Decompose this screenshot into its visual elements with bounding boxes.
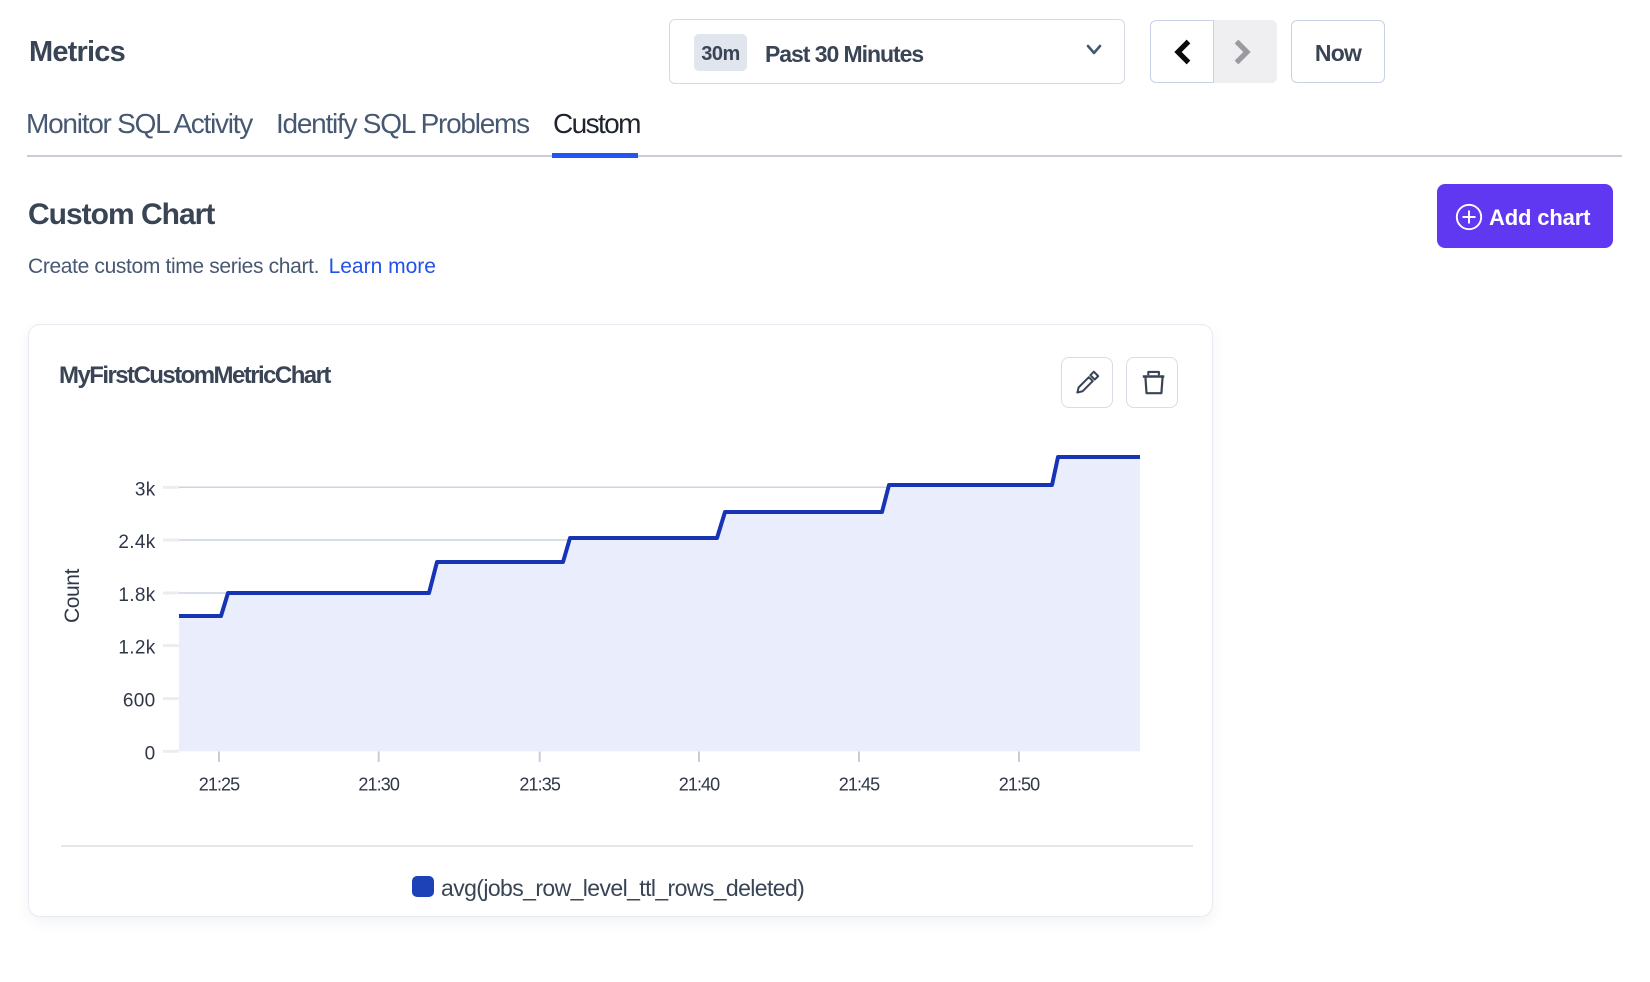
svg-text:0: 0 — [145, 743, 156, 764]
svg-text:1.8k: 1.8k — [118, 585, 155, 606]
svg-text:21:50: 21:50 — [999, 775, 1040, 795]
svg-text:21:45: 21:45 — [839, 775, 880, 795]
svg-text:600: 600 — [123, 691, 156, 712]
svg-text:2.4k: 2.4k — [118, 532, 155, 553]
svg-text:1.2k: 1.2k — [118, 638, 155, 659]
svg-text:3k: 3k — [135, 479, 156, 500]
svg-text:21:30: 21:30 — [358, 775, 399, 795]
svg-text:Count: Count — [61, 568, 84, 623]
svg-text:21:25: 21:25 — [199, 775, 240, 795]
svg-text:21:35: 21:35 — [519, 775, 560, 795]
svg-text:21:40: 21:40 — [679, 775, 720, 795]
